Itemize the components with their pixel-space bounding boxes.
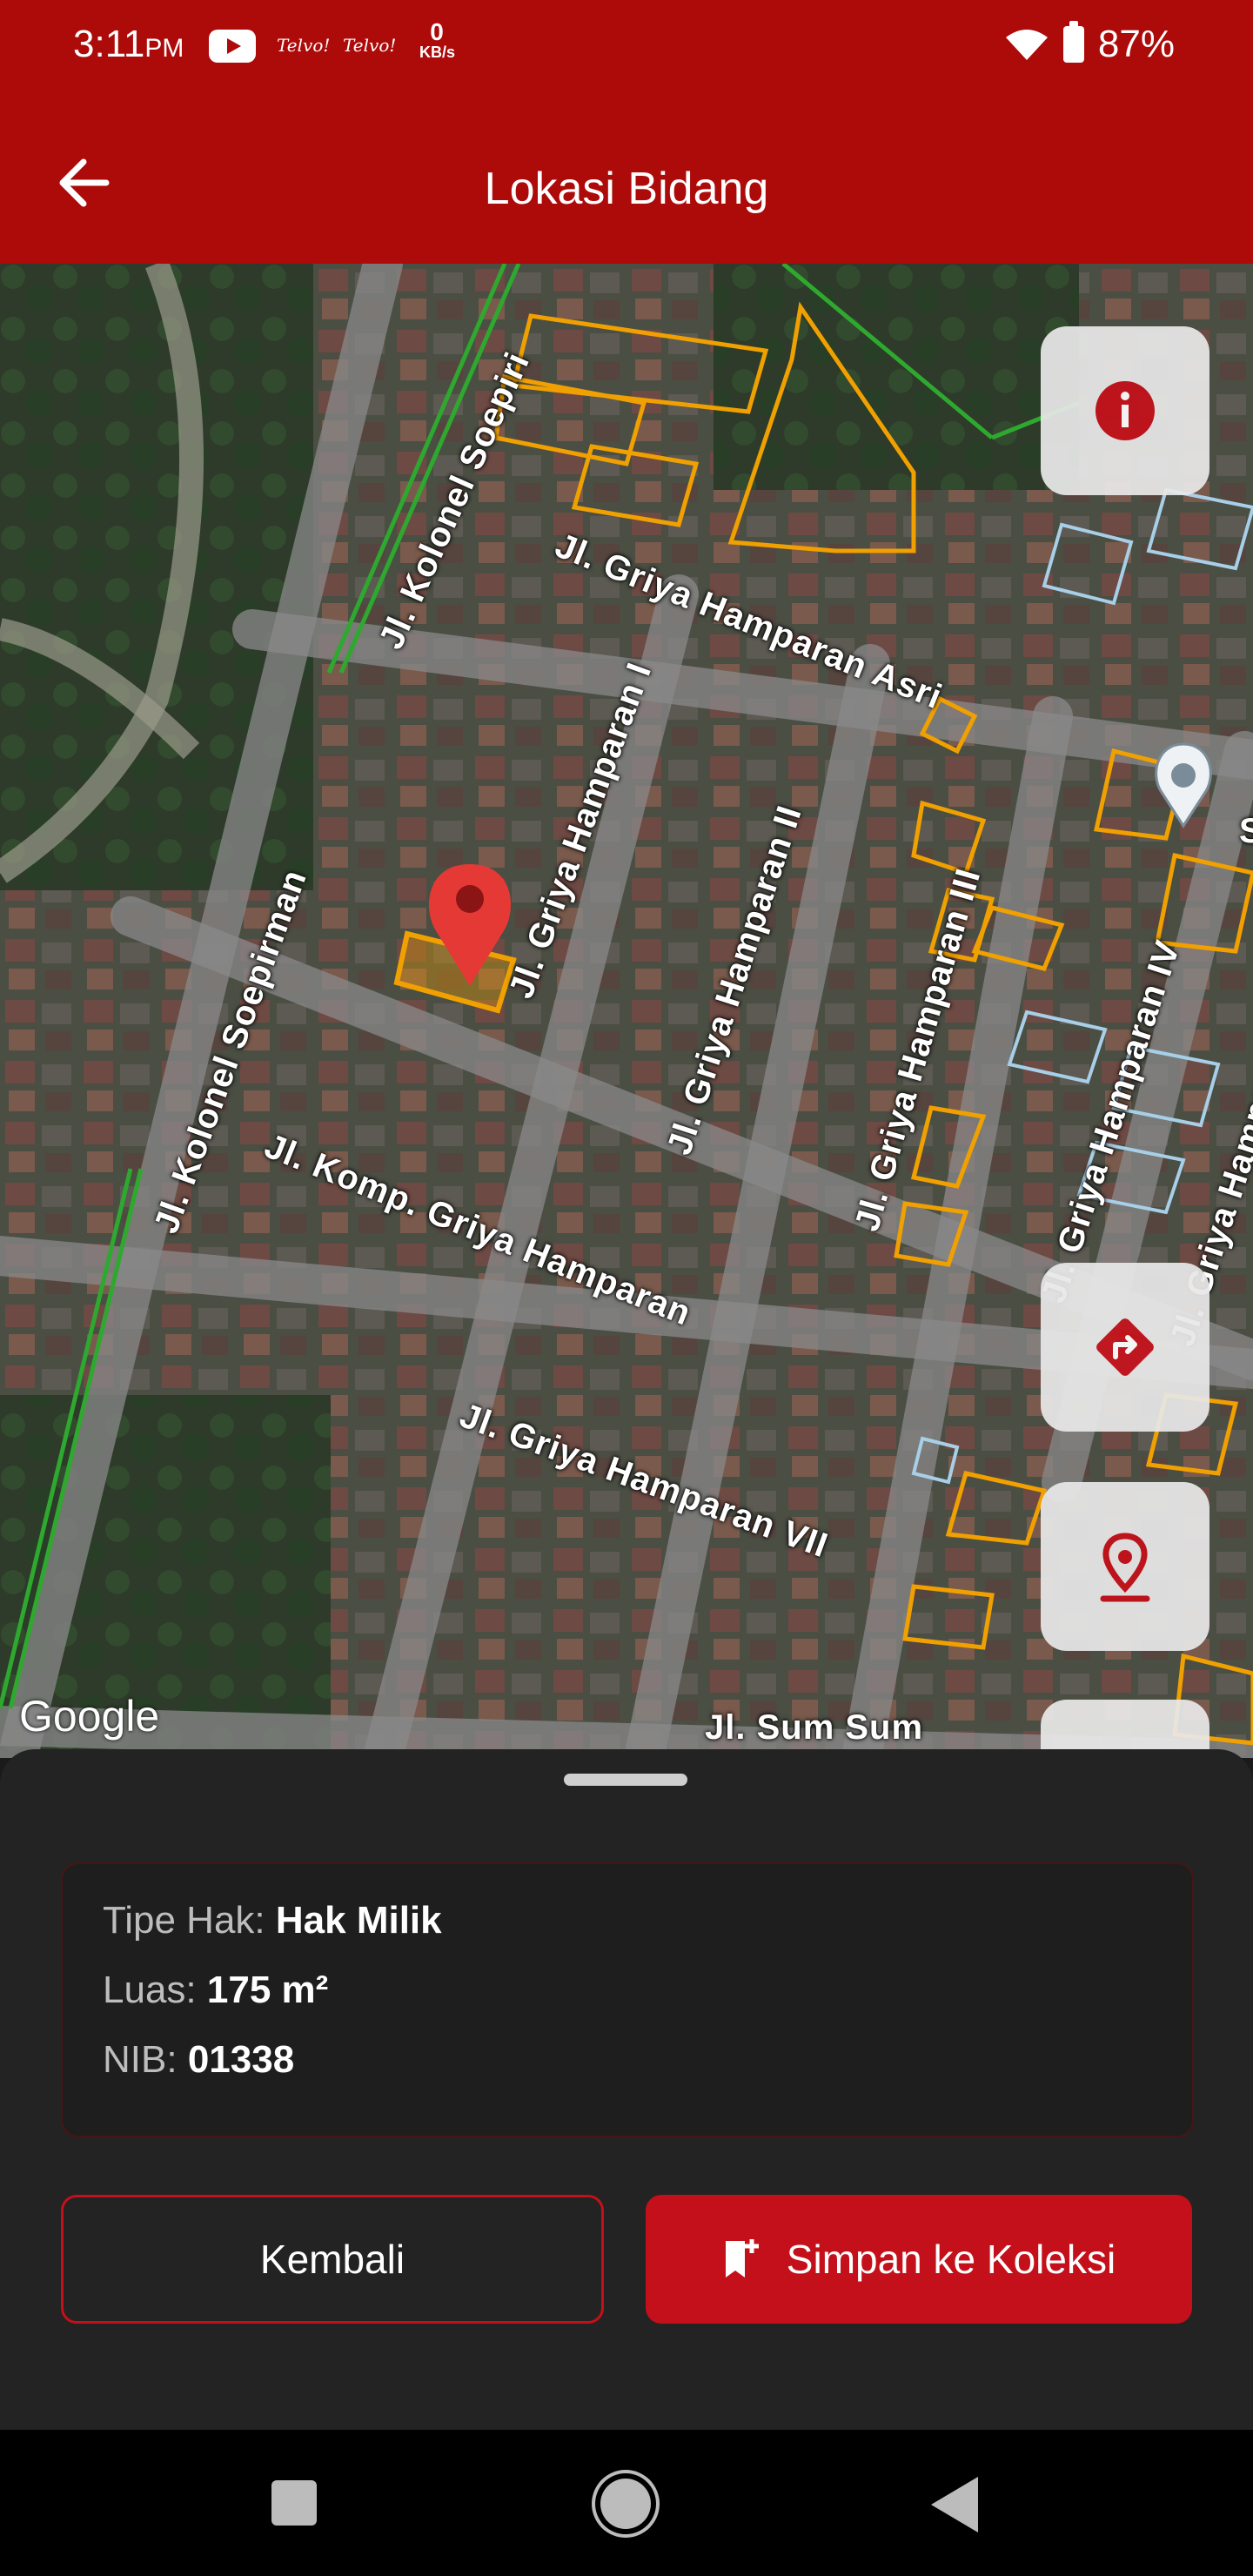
locate-parcel-button[interactable] — [1041, 1482, 1209, 1651]
nib-row: NIB: 01338 — [103, 2038, 295, 2081]
luas-row: Luas: 175 m² — [103, 1969, 329, 2011]
system-nav-bar — [0, 2430, 1253, 2576]
save-to-collection-button[interactable]: Simpan ke Koleksi — [646, 2195, 1192, 2324]
google-attribution: Google — [19, 1692, 160, 1741]
status-right: 87% — [1004, 21, 1175, 66]
parcel-info-card: Tipe Hak: Hak Milik Luas: 175 m² NIB: 01… — [61, 1862, 1194, 2137]
back-button[interactable]: Kembali — [61, 2195, 604, 2324]
bookmark-add-icon — [725, 2239, 759, 2277]
recents-icon[interactable] — [271, 2480, 317, 2526]
back-icon[interactable] — [931, 2477, 978, 2532]
youtube-icon — [209, 30, 256, 63]
sheet-handle[interactable] — [564, 1774, 687, 1786]
directions-button[interactable] — [1041, 1263, 1209, 1432]
carrier-label: Telvo! — [343, 35, 397, 56]
page-title: Lokasi Bidang — [484, 164, 769, 214]
home-icon[interactable] — [600, 2479, 651, 2529]
map-view[interactable]: Jl. Kolonel Soepiri Jl. Griya Hamparan A… — [0, 264, 1253, 1758]
bottom-sheet: Tipe Hak: Hak Milik Luas: 175 m² NIB: 01… — [0, 1749, 1253, 2430]
road-label: Sum — [1239, 812, 1253, 850]
battery-level: 87% — [1097, 23, 1175, 65]
info-button[interactable] — [1041, 326, 1209, 495]
location-pin-icon — [1100, 1533, 1150, 1602]
app-bar: Lokasi Bidang — [0, 91, 1253, 264]
info-icon — [1096, 381, 1155, 440]
carrier-label: Telvo! — [277, 35, 331, 56]
status-bar: 3:11PM Telvo! Telvo! 0 KB/s 87% — [0, 0, 1253, 91]
status-time: 3:11PM — [73, 23, 184, 65]
wifi-icon — [1005, 30, 1048, 60]
tipe-hak-row: Tipe Hak: Hak Milik — [103, 1899, 442, 1942]
road-label: Jl. Sum Sum — [705, 1708, 924, 1747]
directions-icon — [1096, 1318, 1154, 1376]
battery-icon — [1062, 21, 1084, 63]
back-button-label: Kembali — [259, 2237, 405, 2282]
network-speed: 0 KB/s — [419, 18, 456, 62]
save-button-label: Simpan ke Koleksi — [786, 2237, 1116, 2282]
